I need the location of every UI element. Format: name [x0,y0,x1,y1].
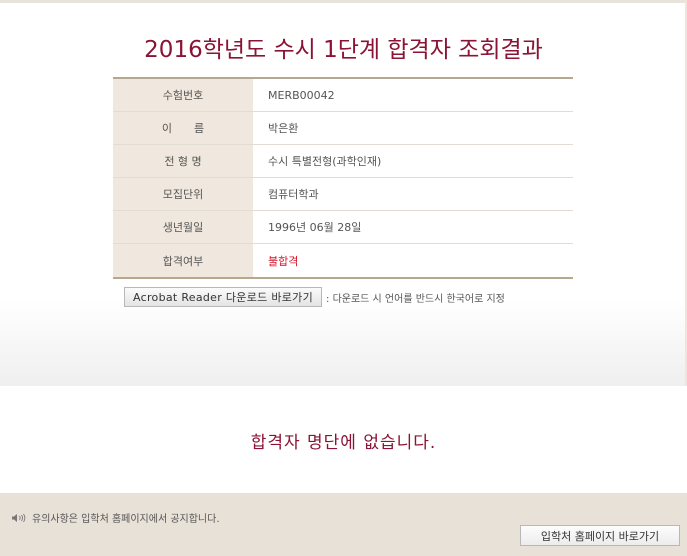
acrobat-download-button[interactable]: Acrobat Reader 다운로드 바로가기 [124,287,323,307]
name-value: 박은환 [268,122,299,135]
birthdate-value: 1996년 06월 28일 [268,221,362,234]
exam-number-label: 수험번호 [113,79,253,111]
admission-type-label: 전 형 명 [113,145,253,177]
admissions-home-button[interactable]: 입학처 홈페이지 바로가기 [520,525,680,546]
table-row: 이 름 박은환 [113,112,573,145]
applicant-info-table: 수험번호 MERB00042 이 름 박은환 전 형 명 수시 특별전형(과학인… [113,77,573,279]
table-row: 합격여부 불합격 [113,244,573,277]
result-panel: 2016학년도 수시 1단계 합격자 조회결과 수험번호 MERB00042 이… [0,0,687,386]
pass-status-value: 불합격 [268,254,299,268]
footer: 유의사항은 입학처 홈페이지에서 공지합니다. 입학처 홈페이지 바로가기 [0,493,687,556]
department-value: 컴퓨터학과 [268,188,319,201]
table-row: 생년월일 1996년 06월 28일 [113,211,573,244]
table-row: 전 형 명 수시 특별전형(과학인재) [113,145,573,178]
result-message-area: 합격자 명단에 없습니다. [0,386,687,493]
notice-text: 유의사항은 입학처 홈페이지에서 공지합니다. [32,514,220,525]
result-message: 합격자 명단에 없습니다. [250,433,437,453]
birthdate-label: 생년월일 [113,211,253,243]
table-row: 모집단위 컴퓨터학과 [113,178,573,211]
notice: 유의사항은 입학처 홈페이지에서 공지합니다. [11,510,220,525]
speaker-icon [12,513,26,522]
page-title: 2016학년도 수시 1단계 합격자 조회결과 [144,37,543,63]
top-divider [0,0,687,3]
table-row: 수험번호 MERB00042 [113,79,573,112]
department-label: 모집단위 [113,178,253,210]
pass-status-label: 합격여부 [113,244,253,277]
exam-number-value: MERB00042 [268,88,335,102]
name-label: 이 름 [113,112,253,144]
admission-type-value: 수시 특별전형(과학인재) [268,155,382,168]
download-note: : 다운로드 시 언어를 반드시 한국어로 지정 [326,293,505,305]
download-row: Acrobat Reader 다운로드 바로가기 : 다운로드 시 언어를 반드… [124,287,505,307]
